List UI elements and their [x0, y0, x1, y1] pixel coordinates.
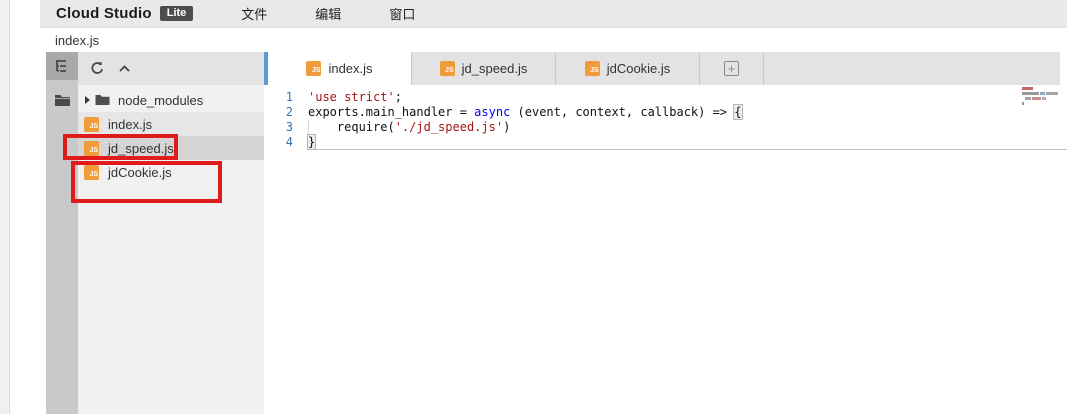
menu-window[interactable]: 窗口	[389, 4, 415, 23]
collapse-all-icon[interactable]	[117, 61, 132, 76]
file-explorer-sidebar: node_modules JS index.js JS jd_speed.js …	[78, 52, 264, 414]
tree-view-icon	[54, 58, 70, 74]
menu-file[interactable]: 文件	[241, 4, 267, 23]
breadcrumb: index.js	[40, 28, 1067, 52]
js-file-icon: JS	[84, 117, 99, 132]
code-text: }	[308, 135, 1067, 150]
tab-label: index.js	[328, 61, 372, 76]
annotation-box-jdcookie	[71, 161, 222, 203]
activity-item-files[interactable]	[46, 86, 78, 114]
tab-label: jdCookie.js	[607, 61, 671, 76]
menu-edit[interactable]: 编辑	[315, 4, 341, 23]
tab-jd-speed-js[interactable]: JS jd_speed.js	[412, 52, 556, 85]
line-number: 3	[264, 120, 308, 135]
editor-tab-bar: JS index.js JS jd_speed.js JS jdCookie.j…	[268, 52, 1060, 85]
code-text: 'use strict';	[308, 90, 1067, 105]
indent-guide	[308, 120, 309, 135]
menu-bar: Cloud Studio Lite 文件 编辑 窗口	[40, 0, 1067, 28]
code-area: 1 'use strict'; 2 exports.main_handler =…	[264, 90, 1067, 150]
activity-item-explorer-tree[interactable]	[46, 52, 78, 80]
tree-item-index-js[interactable]: JS index.js	[78, 112, 264, 136]
code-line-3: 3 require('./jd_speed.js')	[264, 120, 1067, 135]
code-editor[interactable]: 1 'use strict'; 2 exports.main_handler =…	[264, 85, 1067, 414]
matched-bracket: {	[734, 105, 741, 119]
tree-item-node-modules[interactable]: node_modules	[78, 88, 264, 112]
plus-icon: +	[724, 61, 739, 76]
folder-icon	[95, 94, 110, 106]
breadcrumb-filename: index.js	[55, 33, 99, 48]
minimap[interactable]	[1022, 87, 1062, 113]
line-number: 4	[264, 135, 308, 150]
chevron-right-icon[interactable]	[85, 96, 90, 104]
tree-item-label: node_modules	[118, 93, 203, 108]
app-logo: Cloud Studio	[56, 5, 152, 22]
tab-label: jd_speed.js	[462, 61, 528, 76]
code-line-2: 2 exports.main_handler = async (event, c…	[264, 105, 1067, 120]
js-file-icon: JS	[585, 61, 600, 76]
js-file-icon: JS	[440, 61, 455, 76]
page-left-gutter	[0, 0, 10, 414]
code-text: exports.main_handler = async (event, con…	[308, 105, 1067, 120]
code-line-4-current: 4 }	[264, 135, 1067, 150]
code-text: require('./jd_speed.js')	[308, 120, 1067, 135]
code-line-1: 1 'use strict';	[264, 90, 1067, 105]
tab-index-js[interactable]: JS index.js	[268, 52, 412, 85]
refresh-icon[interactable]	[90, 61, 105, 76]
tree-item-label: index.js	[108, 117, 152, 132]
tab-jdcookie-js[interactable]: JS jdCookie.js	[556, 52, 700, 85]
new-tab-button[interactable]: +	[700, 52, 764, 85]
annotation-box-jd-speed	[63, 134, 178, 160]
matched-bracket: }	[308, 135, 315, 149]
line-number: 1	[264, 90, 308, 105]
activity-bar	[46, 52, 78, 414]
cloud-studio-window: Cloud Studio Lite 文件 编辑 窗口 index.js	[0, 0, 1067, 414]
folder-icon	[54, 93, 71, 107]
lite-badge: Lite	[160, 6, 194, 21]
js-file-icon: JS	[306, 61, 321, 76]
line-number: 2	[264, 105, 308, 120]
sidebar-toolbar	[78, 52, 264, 85]
